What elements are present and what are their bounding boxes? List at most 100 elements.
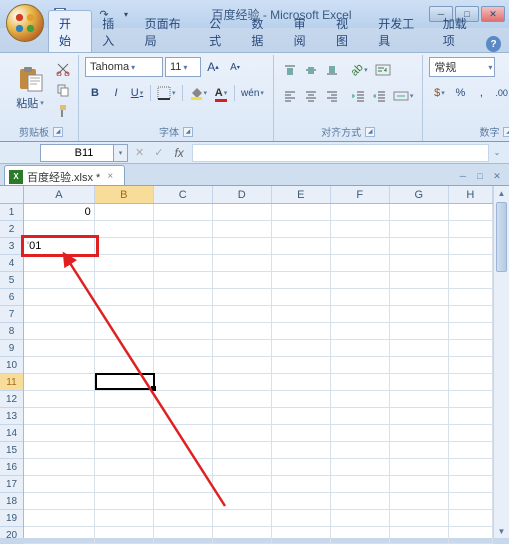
cell-F17[interactable] — [331, 476, 390, 492]
cell-D18[interactable] — [213, 493, 272, 509]
cell-C10[interactable] — [154, 357, 213, 373]
cell-F8[interactable] — [331, 323, 390, 339]
wb-close[interactable]: ✕ — [489, 169, 505, 183]
font-name-combo[interactable]: Tahoma▾ — [85, 57, 163, 77]
cell-H1[interactable] — [449, 204, 493, 220]
cell-F10[interactable] — [331, 357, 390, 373]
cell-G6[interactable] — [390, 289, 449, 305]
cell-H3[interactable] — [449, 238, 493, 254]
cell-B18[interactable] — [95, 493, 154, 509]
cell-D5[interactable] — [213, 272, 272, 288]
row-header-1[interactable]: 1 — [0, 204, 23, 221]
tab-formulas[interactable]: 公式 — [199, 11, 241, 52]
col-header-G[interactable]: G — [390, 186, 449, 203]
cell-D6[interactable] — [213, 289, 272, 305]
cell-A9[interactable] — [24, 340, 95, 356]
row-header-4[interactable]: 4 — [0, 255, 23, 272]
cell-E3[interactable] — [272, 238, 331, 254]
cell-C11[interactable] — [154, 374, 213, 390]
row-header-14[interactable]: 14 — [0, 425, 23, 442]
cell-C2[interactable] — [154, 221, 213, 237]
cell-C17[interactable] — [154, 476, 213, 492]
format-painter-button[interactable] — [54, 102, 72, 120]
col-header-C[interactable]: C — [154, 186, 213, 203]
align-center-button[interactable] — [301, 86, 321, 106]
cell-H16[interactable] — [449, 459, 493, 475]
cell-B11[interactable] — [95, 374, 154, 390]
cell-F3[interactable] — [331, 238, 390, 254]
cell-G10[interactable] — [390, 357, 449, 373]
cell-C12[interactable] — [154, 391, 213, 407]
cell-D10[interactable] — [213, 357, 272, 373]
cell-E9[interactable] — [272, 340, 331, 356]
cell-C5[interactable] — [154, 272, 213, 288]
cell-B2[interactable] — [95, 221, 154, 237]
cell-A18[interactable] — [24, 493, 95, 509]
cell-A12[interactable] — [24, 391, 95, 407]
cell-E6[interactable] — [272, 289, 331, 305]
cell-E8[interactable] — [272, 323, 331, 339]
enter-formula-button[interactable]: ✓ — [151, 143, 166, 163]
cell-H18[interactable] — [449, 493, 493, 509]
cell-B4[interactable] — [95, 255, 154, 271]
cell-E13[interactable] — [272, 408, 331, 424]
cell-D19[interactable] — [213, 510, 272, 526]
tab-page-layout[interactable]: 页面布局 — [135, 11, 200, 52]
cell-A1[interactable]: 0 — [24, 204, 95, 220]
cell-A10[interactable] — [24, 357, 95, 373]
cell-G13[interactable] — [390, 408, 449, 424]
cell-F6[interactable] — [331, 289, 390, 305]
cell-G18[interactable] — [390, 493, 449, 509]
cell-F15[interactable] — [331, 442, 390, 458]
cell-A20[interactable] — [24, 527, 95, 543]
font-color-button[interactable]: A▾ — [211, 83, 231, 103]
tab-addins[interactable]: 加载项 — [433, 11, 486, 52]
cell-B6[interactable] — [95, 289, 154, 305]
align-launcher[interactable]: ◢ — [365, 127, 375, 137]
cell-A4[interactable] — [24, 255, 95, 271]
cell-D4[interactable] — [213, 255, 272, 271]
bold-button[interactable]: B — [85, 83, 105, 103]
cell-A6[interactable] — [24, 289, 95, 305]
row-header-8[interactable]: 8 — [0, 323, 23, 340]
comma-button[interactable]: , — [471, 83, 491, 103]
cell-H19[interactable] — [449, 510, 493, 526]
cell-F4[interactable] — [331, 255, 390, 271]
cell-H9[interactable] — [449, 340, 493, 356]
cell-B9[interactable] — [95, 340, 154, 356]
cell-A2[interactable] — [24, 221, 95, 237]
tab-view[interactable]: 视图 — [326, 11, 368, 52]
cell-C6[interactable] — [154, 289, 213, 305]
row-header-3[interactable]: 3 — [0, 238, 23, 255]
row-header-12[interactable]: 12 — [0, 391, 23, 408]
row-header-10[interactable]: 10 — [0, 357, 23, 374]
tab-home[interactable]: 开始 — [48, 10, 92, 52]
cell-D13[interactable] — [213, 408, 272, 424]
clipboard-launcher[interactable]: ◢ — [53, 127, 63, 137]
cell-F1[interactable] — [331, 204, 390, 220]
number-format-combo[interactable]: 常规▾ — [429, 57, 495, 77]
cell-H20[interactable] — [449, 527, 493, 543]
cell-F2[interactable] — [331, 221, 390, 237]
cell-D14[interactable] — [213, 425, 272, 441]
cell-G11[interactable] — [390, 374, 449, 390]
cell-H11[interactable] — [449, 374, 493, 390]
cell-H12[interactable] — [449, 391, 493, 407]
cell-F9[interactable] — [331, 340, 390, 356]
cell-F16[interactable] — [331, 459, 390, 475]
cell-E14[interactable] — [272, 425, 331, 441]
cell-G8[interactable] — [390, 323, 449, 339]
cell-H13[interactable] — [449, 408, 493, 424]
shrink-font-button[interactable]: A▾ — [225, 57, 245, 77]
cell-A16[interactable] — [24, 459, 95, 475]
cell-C4[interactable] — [154, 255, 213, 271]
align-bottom-button[interactable] — [322, 60, 342, 80]
col-header-D[interactable]: D — [213, 186, 272, 203]
col-header-A[interactable]: A — [24, 186, 95, 203]
select-all-corner[interactable] — [0, 186, 24, 204]
cell-G7[interactable] — [390, 306, 449, 322]
cell-D16[interactable] — [213, 459, 272, 475]
cell-A3[interactable]: '01 — [24, 238, 95, 254]
cell-G14[interactable] — [390, 425, 449, 441]
tab-insert[interactable]: 插入 — [92, 11, 134, 52]
